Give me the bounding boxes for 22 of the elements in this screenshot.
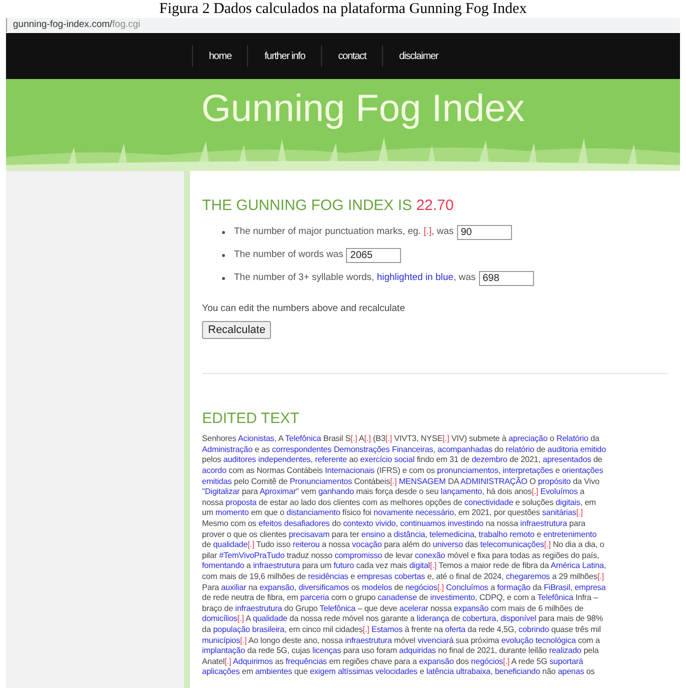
bullet-icon [222,231,225,234]
edited-text-heading: EDITED TEXT [202,410,300,428]
nav-link[interactable]: disclaimer [383,48,454,64]
measure-label: The number of words was [234,248,344,262]
address-bar[interactable]: gunning-fog-index.com/fog.cgi [6,18,680,32]
nav-link[interactable]: contact [322,48,382,64]
figure-caption: Figura 2 Dados calculados na plataforma Gunning Fog Index [159,0,527,18]
result-heading: THE GUNNING FOG INDEX IS [202,197,412,214]
site-title: Gunning Fog Index [200,87,526,131]
nav-link[interactable]: home [192,48,248,64]
measure-label: The number of major punctuation marks, eg. [.], was [234,225,454,240]
fog-score: 22.70 [416,197,454,214]
measure-label: The number of 3+ syllable words, highlighted in blue, was [234,271,476,286]
number-field[interactable]: 2065 [346,248,402,263]
bullet-icon [222,277,225,280]
number-field[interactable]: 698 [478,271,534,286]
number-field[interactable]: 90 [456,225,512,240]
note-text: You can edit the numbers above and recalculate [202,302,406,316]
edited-text-paragraph: Senhores Acionistas, A Telefônica Brasil S[.] A[.] (B3[.] VIVT3, NYSE[.] VIV) submete à apreciação o Relatório da Administração e as correspondentes Demonstrações Financeiras, acompanhadas do relatório de auditoria emitido pelos auditores independentes, referente ao exercício social findo em 31 de dezembro de 2021, apresentados de acordo com as Normas Contábeis Internacionais (IFRS) e com os pronunciamentos, interpretações e orientações emitidas pelo Comitê de Pronunciamentos Contábeis[.] MENSAGEM DA ADMINISTRAÇÃO O propósito da Vivo "Digitalizar para Aproximar" vem ganhando mais força desde o seu lançamento, há dois anos[.] Evoluímos a nossa proposta de estar ao lado dos clientes com as melhores opções de conectividade e soluções digitais, em um momento em que o distanciamento físico foi novamente necessário, em 2021, por questões sanitárias[.] Mesmo com os efeitos desafiadores do contexto vivido, continuamos investindo na nossa infraestrutura para prover o que os clientes precisavam para ter ensino a distância, telemedicina, trabalho remoto e entretenimento de qualidade[.] Tudo isso reiterou a nossa vocação para além do universo das telecomunicações[.] No dia a dia, o pilar #TemVivoPraTudo traduz nosso compromisso de levar conexão móvel e fixa para todas as regiões do país, fomentando a infraestrutura para um futuro cada vez mais digital[.] Temos a maior rede de fibra da América Latina, com mais de 19,6 milhões de residências e empresas cobertas e, até o final de 2024, chegaremos a 29 milhões[.] Para auxiliar na expansão, diversificamos os modelos de negócios[.] Concluímos a formação da FiBrasil, empresa de rede neutra de fibra, em parceria com o grupo canadense de investimento, CDPQ, e com a Telefônica Infra – braço de infraestrutura do Grupo Telefônica – que deve acelerar nossa expansão com mais de 6 milhões de domicílios[.] A qualidade da nossa rede móvel nos garante a liderança de cobertura, disponível para mais de 98% da população brasileira, em cinco mil cidades[.] Estamos à frente na oferta da rede 4,5G, cobrindo quase três mil municípios[.] Ao longo deste ano, nossa infraestrutura móvel vivenciará sua próxima evolução tecnológica com a implantação da rede 5G, cujas licenças para uso foram adquiridas no final de 2021, durante leilão realizado pela Anatel[.] Adquirimos as frequências em regiões chave para a expansão dos negócios[.] A rede 5G suportará aplicações em ambientes que exigem altíssimas velocidades e latência ultrabaixa, beneficiando não apenas os [202,434,608,678]
nav-link[interactable]: further info [248,48,322,64]
bullet-icon [222,254,225,257]
recalculate-button[interactable]: Recalculate [202,321,272,340]
